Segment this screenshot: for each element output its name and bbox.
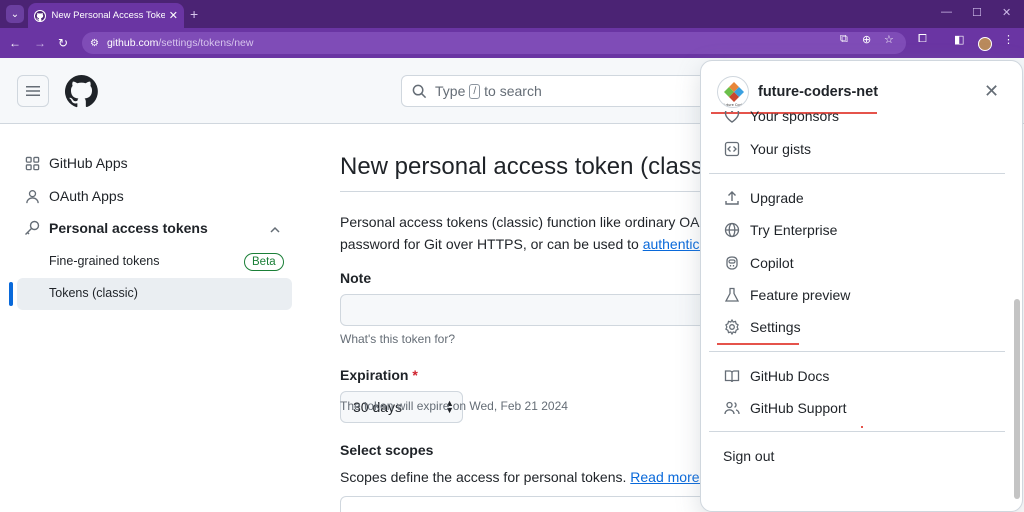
hamburger-menu-button[interactable]	[17, 75, 49, 107]
window-close-icon[interactable]: ✕	[1002, 6, 1011, 19]
browser-tab[interactable]: New Personal Access Token (Cla ✕	[28, 3, 184, 28]
new-tab-icon[interactable]: +	[190, 6, 198, 22]
bookmark-star-icon[interactable]: ☆	[884, 33, 894, 46]
person-icon	[24, 188, 40, 204]
search-placeholder-suffix: to search	[484, 83, 542, 99]
install-app-icon[interactable]: ⧉	[840, 33, 848, 46]
org-name: future-coders-net	[758, 84, 879, 100]
annotation-underline	[717, 343, 799, 345]
sidebar-item-oauth-apps[interactable]: OAuth Apps	[24, 188, 124, 204]
annotation-dot	[861, 426, 863, 428]
svg-text:Future Coder: Future Coder	[723, 103, 746, 107]
url-text: github.com/settings/tokens/new	[106, 37, 254, 49]
apps-grid-icon	[24, 155, 40, 171]
forward-arrow-icon[interactable]: →	[34, 36, 46, 50]
search-shortcut-key: /	[469, 83, 481, 99]
menu-item-github-support[interactable]: GitHub Support	[723, 399, 847, 417]
note-hint: What's this token for?	[340, 332, 456, 346]
panel-scrollbar[interactable]	[1014, 299, 1020, 499]
required-mark: *	[412, 367, 418, 383]
menu-item-settings[interactable]: Settings	[723, 318, 801, 336]
sidebar-item-label: OAuth Apps	[49, 188, 124, 204]
active-indicator	[9, 282, 13, 306]
browser-menu-icon[interactable]: ⋮	[1003, 33, 1014, 46]
menu-item-copilot[interactable]: Copilot	[723, 254, 794, 272]
page-description: Personal access tokens (classic) functio…	[340, 214, 708, 252]
github-favicon-icon	[34, 9, 46, 22]
sidebar-item-github-apps[interactable]: GitHub Apps	[24, 155, 128, 171]
sidebar-item-fine-grained-tokens[interactable]: Fine-grained tokens	[49, 254, 159, 268]
note-label: Note	[340, 270, 372, 286]
beta-badge: Beta	[244, 253, 284, 271]
menu-divider	[709, 431, 1005, 432]
reload-icon[interactable]: ↻	[58, 36, 68, 50]
note-input[interactable]	[340, 294, 720, 326]
github-logo-icon[interactable]	[65, 75, 98, 108]
side-panel-icon[interactable]: ◧	[954, 33, 964, 46]
key-icon	[24, 220, 40, 236]
sidebar-item-label: Personal access tokens	[49, 220, 208, 236]
zoom-icon[interactable]: ⊕	[862, 33, 871, 46]
menu-item-feature-preview[interactable]: Feature preview	[723, 286, 850, 304]
close-icon[interactable]: ✕	[984, 81, 999, 102]
authentication-link[interactable]: authentica	[643, 236, 708, 252]
menu-item-your-sponsors[interactable]: Your sponsors	[723, 111, 839, 125]
org-avatar: Future Coder	[717, 76, 749, 108]
chevron-up-icon[interactable]	[269, 224, 281, 236]
browser-toolbar: ← → ↻ ⚙ github.com/settings/tokens/new ⧉…	[0, 28, 1024, 58]
scopes-description: Scopes define the access for personal to…	[340, 469, 712, 485]
menu-divider	[709, 173, 1005, 174]
sidebar-item-personal-access-tokens[interactable]: Personal access tokens	[24, 220, 208, 236]
maximize-icon[interactable]: ☐	[972, 6, 982, 19]
extensions-icon[interactable]: ⧠	[918, 33, 927, 46]
sidebar-item-tokens-classic[interactable]: Tokens (classic)	[49, 286, 138, 300]
minimize-icon[interactable]: —	[941, 6, 952, 18]
gear-icon	[723, 318, 741, 336]
scopes-table	[340, 496, 720, 512]
globe-icon	[723, 221, 741, 239]
page-title: New personal access token (classi	[340, 153, 709, 180]
menu-divider	[709, 351, 1005, 352]
menu-item-github-docs[interactable]: GitHub Docs	[723, 367, 829, 385]
hamburger-icon	[26, 86, 40, 96]
menu-item-sign-out[interactable]: Sign out	[723, 448, 774, 464]
menu-item-your-gists[interactable]: Your gists	[723, 140, 811, 158]
back-arrow-icon[interactable]: ←	[9, 36, 21, 50]
scopes-label: Select scopes	[340, 442, 434, 458]
menu-item-try-enterprise[interactable]: Try Enterprise	[723, 221, 837, 239]
tab-close-icon[interactable]: ✕	[169, 9, 178, 22]
tab-title: New Personal Access Token (Cla	[51, 10, 165, 21]
expiration-hint: The token will expire on Wed, Feb 21 202…	[340, 399, 568, 413]
tab-search-chevron-icon[interactable]: ⌄	[6, 5, 24, 23]
code-square-icon	[723, 140, 741, 158]
upload-icon	[723, 189, 741, 207]
menu-item-upgrade[interactable]: Upgrade	[723, 189, 804, 207]
site-info-icon[interactable]: ⚙	[90, 38, 99, 49]
heart-icon	[723, 111, 741, 125]
search-placeholder-prefix: Type	[435, 83, 466, 99]
future-coder-logo-icon: Future Coder	[723, 82, 746, 107]
copilot-icon	[723, 254, 741, 272]
title-divider	[340, 191, 720, 192]
sidebar-item-label: GitHub Apps	[49, 155, 128, 171]
expiration-label: Expiration *	[340, 367, 418, 383]
address-bar[interactable]: ⚙ github.com/settings/tokens/new	[82, 32, 906, 54]
beaker-icon	[723, 286, 741, 304]
profile-avatar[interactable]	[978, 37, 992, 51]
account-menu-panel: Future Coder future-coders-net ✕ Your sp…	[700, 60, 1023, 512]
browser-tab-bar: ⌄ New Personal Access Token (Cla ✕ + — ☐…	[0, 0, 1024, 28]
people-icon	[723, 399, 741, 417]
book-icon	[723, 367, 741, 385]
search-icon	[412, 84, 427, 98]
search-input[interactable]: Type / to search	[401, 75, 731, 107]
